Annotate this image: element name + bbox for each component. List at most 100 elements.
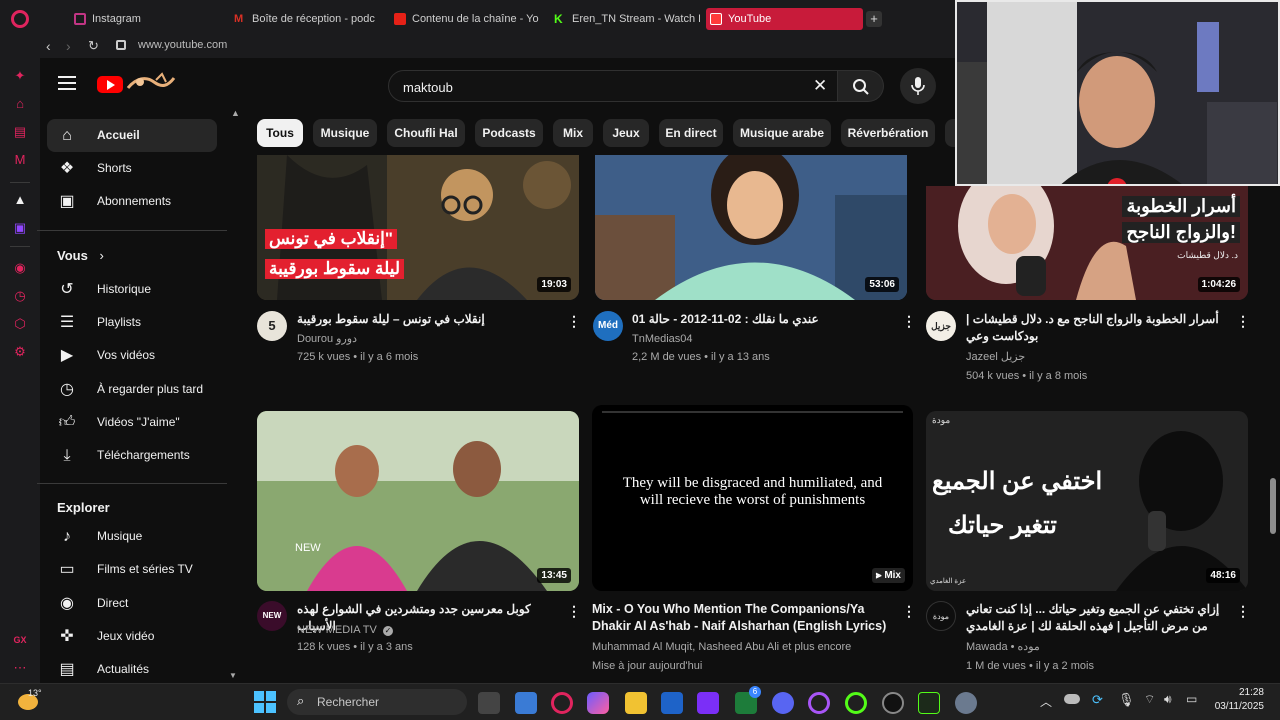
clock-icon[interactable]: ◷	[12, 288, 28, 304]
more-options-icon[interactable]: ⋮	[902, 602, 916, 620]
video-thumbnail[interactable]: أسرار الخطوبة والزواج الناجح! د. دلال قط…	[926, 186, 1248, 300]
chip-choufli-hal[interactable]: Choufli Hal	[387, 119, 465, 147]
sidebar-item-gaming[interactable]: ✜ Jeux vidéo	[47, 620, 217, 653]
youtube-logo-icon[interactable]	[97, 76, 123, 93]
excel-icon[interactable]: 6	[735, 686, 761, 714]
video-title[interactable]: إنقلاب في تونس – ليلة سقوط بورقيبة	[297, 311, 557, 328]
tab-gmail[interactable]: M Boîte de réception - podc	[230, 8, 380, 30]
player-icon[interactable]: ◉	[12, 260, 28, 276]
workspaces-icon[interactable]: ⌂	[12, 96, 28, 112]
channel-avatar[interactable]: جزيل	[926, 311, 956, 341]
tab-kick[interactable]: K Eren_TN Stream - Watch L	[550, 8, 700, 30]
store-icon[interactable]	[661, 692, 683, 714]
chip-arabic-music[interactable]: Musique arabe	[733, 119, 831, 147]
video-thumbnail[interactable]: 53:06	[595, 155, 907, 300]
channel-avatar[interactable]: 5	[257, 311, 287, 341]
chip-music[interactable]: Musique	[313, 119, 377, 147]
video-thumbnail[interactable]: NEW 13:45	[257, 411, 579, 591]
video-thumbnail[interactable]: They will be disgraced and humiliated, a…	[592, 405, 913, 591]
extensions-icon[interactable]: ⬡	[12, 316, 28, 332]
sidebar-item-watch-later[interactable]: ◷ À regarder plus tard	[47, 373, 217, 406]
forward-icon[interactable]: ›	[66, 38, 71, 54]
url-text[interactable]: www.youtube.com	[138, 39, 227, 51]
chip-mix[interactable]: Mix	[553, 119, 593, 147]
channel-avatar[interactable]: NEW	[257, 601, 287, 631]
video-title[interactable]: عندي ما نقلك : 02-11-2012 - حالة 01	[632, 311, 892, 328]
chip-all[interactable]: Tous	[257, 119, 303, 147]
scroll-down-icon[interactable]: ▼	[229, 671, 237, 680]
video-title[interactable]: Mix - O You Who Mention The Companions/Y…	[592, 601, 892, 635]
aria-icon[interactable]: ▲	[12, 192, 28, 208]
clear-search-icon[interactable]: ✕	[813, 76, 827, 96]
app-icon[interactable]	[697, 692, 719, 714]
channel-avatar[interactable]: Méd	[593, 311, 623, 341]
reload-icon[interactable]: ↻	[88, 38, 99, 54]
gmail-icon[interactable]: M	[12, 152, 28, 168]
sidebar-item-playlists[interactable]: ☰ Playlists	[47, 306, 217, 339]
more-options-icon[interactable]: ⋮	[567, 602, 581, 620]
sidebar-item-downloads[interactable]: ⤓ Téléchargements	[47, 439, 217, 472]
sidebar-item-live[interactable]: ◉ Direct	[47, 587, 217, 620]
video-thumbnail[interactable]: "إنقلاب في تونس ليلة سقوط بورقيبة 19:03	[257, 155, 579, 300]
channel-name[interactable]: Muhammad Al Muqit, Nasheed Abu Ali et pl…	[592, 638, 851, 656]
volume-icon[interactable]: 🔊︎	[1164, 692, 1172, 707]
obs-icon[interactable]	[882, 692, 904, 714]
sync-icon[interactable]: ⟳	[1092, 692, 1103, 708]
file-explorer-icon[interactable]	[625, 692, 647, 714]
opera-ai-icon[interactable]: ✦	[12, 68, 28, 84]
sidebar-item-home[interactable]: ⌂ Accueil	[47, 119, 217, 152]
sidebar-item-subscriptions[interactable]: ▣ Abonnements	[47, 185, 217, 218]
more-options-icon[interactable]: ⋮	[567, 312, 581, 330]
chip-podcasts[interactable]: Podcasts	[475, 119, 543, 147]
sidebar-item-movies[interactable]: ▭ Films et séries TV	[47, 553, 217, 586]
back-icon[interactable]: ‹	[46, 38, 51, 54]
video-title[interactable]: أسرار الخطوبة والزواج الناجح مع د. دلال …	[966, 311, 1226, 345]
chip-games[interactable]: Jeux	[603, 119, 649, 147]
tab-youtube[interactable]: YouTube	[706, 8, 863, 30]
wifi-icon[interactable]: ⌔	[1144, 692, 1155, 707]
channel-name[interactable]: Mawada • موده	[966, 638, 1040, 656]
sidebar-item-shorts[interactable]: ❖ Shorts	[47, 152, 217, 185]
settings-icon[interactable]: ⚙	[12, 344, 28, 360]
channel-name[interactable]: TnMedias04	[632, 330, 693, 348]
doodle-logo-icon[interactable]	[126, 72, 176, 94]
channel-avatar[interactable]: مودة	[926, 601, 956, 631]
page-scrollbar[interactable]	[1270, 478, 1276, 534]
tray-overflow-icon[interactable]: ︿	[1040, 693, 1052, 710]
video-title[interactable]: إزاي تختفي عن الجميع وتغير حياتك ... إذا…	[966, 601, 1226, 635]
more-options-icon[interactable]: ⋮	[1236, 312, 1250, 330]
opera-icon[interactable]	[808, 692, 830, 714]
onedrive-icon[interactable]	[1064, 694, 1080, 704]
more-icon[interactable]: ⋯	[12, 660, 28, 676]
sidebar-item-news[interactable]: ▤ Actualités	[47, 653, 217, 686]
taskbar-search[interactable]: ⌕ Rechercher	[287, 689, 467, 715]
tab-instagram[interactable]: Instagram	[70, 8, 220, 30]
sidebar-item-liked[interactable]: 👍︎ Vidéos "J'aime"	[47, 406, 217, 439]
scroll-up-icon[interactable]: ▲	[231, 108, 240, 118]
voice-search-button[interactable]	[900, 68, 936, 104]
sidebar-section-you[interactable]: Vous ›	[57, 248, 104, 263]
chip-live[interactable]: En direct	[659, 119, 723, 147]
widgets-icon[interactable]	[515, 692, 537, 714]
menu-icon[interactable]	[58, 76, 76, 90]
video-thumbnail[interactable]: مودة اختفي عن الجميع تتغير حياتك عزة الغ…	[926, 411, 1248, 591]
clock[interactable]: 21:28 03/11/2025	[1206, 687, 1264, 712]
gx-icon[interactable]: GX	[12, 632, 28, 648]
search-button[interactable]	[838, 70, 884, 102]
twitch-icon[interactable]: ▣	[12, 220, 28, 236]
channel-name[interactable]: Jazeel جزيل	[966, 348, 1025, 366]
discord-icon[interactable]	[772, 692, 794, 714]
more-options-icon[interactable]: ⋮	[1236, 602, 1250, 620]
opera-air-icon[interactable]	[845, 692, 867, 714]
sidebar-item-history[interactable]: ↺ Historique	[47, 273, 217, 306]
channel-name[interactable]: NEW MEDIA TV ✓	[297, 621, 393, 639]
channel-name[interactable]: Dourou دورو	[297, 330, 357, 348]
chip-reverb[interactable]: Réverbération	[841, 119, 935, 147]
copilot-icon[interactable]	[587, 692, 609, 714]
microphone-icon[interactable]: 🎙︎	[1118, 692, 1135, 708]
settings-app-icon[interactable]	[955, 692, 977, 714]
tab-youtube-studio[interactable]: Contenu de la chaîne - Yo	[390, 8, 540, 30]
opera-gx-icon[interactable]	[551, 692, 573, 714]
opera-logo-icon[interactable]	[11, 10, 29, 28]
terminal-icon[interactable]	[918, 692, 940, 714]
